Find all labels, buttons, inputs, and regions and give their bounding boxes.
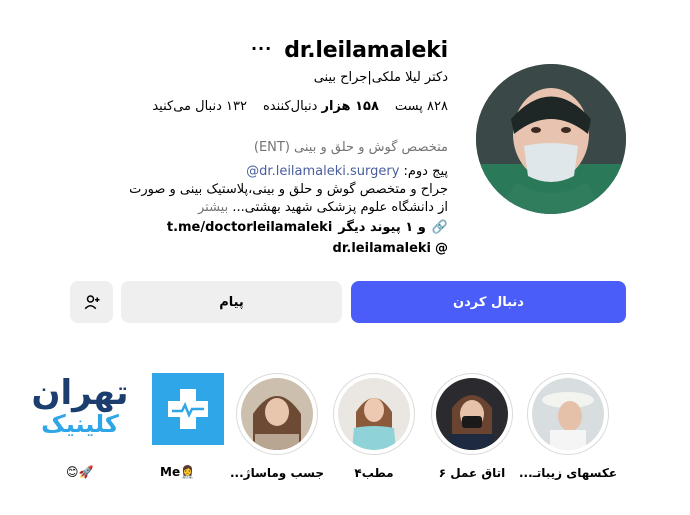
logo-line-1: تهران (31, 373, 129, 413)
second-page-tag: پیج دوم: @dr.leilamaleki.surgery (246, 164, 448, 179)
link-icon: 🔗 (431, 220, 448, 235)
highlight-label-emoji[interactable]: 😊🚀 (66, 465, 93, 479)
avatar-photo (476, 64, 626, 214)
followers-label: دنبال‌کننده (262, 99, 318, 114)
following-count[interactable]: ۱۳۲ دنبال می‌کنید (152, 99, 247, 114)
posts-count[interactable]: ۸۲۸ پست (395, 99, 448, 114)
bio-more-link[interactable]: بیشتر (198, 200, 228, 215)
second-page-link[interactable]: @dr.leilamaleki.surgery (246, 164, 399, 179)
threads-handle: dr.leilamaleki (332, 241, 431, 256)
second-page-prefix: پیج دوم: (403, 164, 448, 179)
threads-badge[interactable]: @ dr.leilamaleki (333, 241, 448, 256)
add-person-icon (84, 295, 99, 310)
profile-links[interactable]: 🔗 و ۱ پیوند دیگر t.me/doctorleilamaleki (167, 220, 448, 235)
follow-button[interactable]: دنبال کردن (351, 281, 626, 323)
suggest-accounts-button[interactable] (70, 281, 113, 323)
highlight-ring (431, 373, 513, 455)
clinic-logo-text: تهران کلینیک (16, 376, 144, 438)
bio-line-1: جراح و متخصص گوش و حلق و بینی،پلاستیک بی… (129, 182, 448, 197)
message-button[interactable]: پیام (121, 281, 342, 323)
highlight-ring (527, 373, 609, 455)
highlight-label: جسب وماساژ... (229, 466, 325, 480)
highlight-label-me[interactable]: Me👩‍⚕️ (160, 465, 195, 479)
link-text: t.me/doctorleilamaleki (166, 220, 333, 235)
highlight-cover (436, 378, 508, 450)
followers-number: ۱۵۸ هزار (321, 99, 379, 114)
highlight-item[interactable]: جسب وماساژ... (230, 373, 324, 480)
followers-count[interactable]: ۱۵۸ هزار دنبال‌کننده (263, 99, 379, 114)
logo-line-2: کلینیک (41, 410, 119, 438)
profile-category: متخصص گوش و حلق و بینی (ENT) (253, 140, 448, 155)
more-horizontal-icon[interactable]: ··· (251, 39, 272, 58)
highlight-cover (338, 378, 410, 450)
highlight-item[interactable]: عکسهای زیباتـ... (519, 373, 617, 480)
username: dr.leilamaleki (284, 38, 448, 63)
full-name: دکتر لیلا ملکی|جراح بینی (313, 70, 448, 85)
medical-cross-icon (168, 389, 208, 429)
threads-icon: @ (435, 241, 448, 256)
bio-line-2: از دانشگاه علوم پزشکی شهید بهشتی... (232, 200, 448, 215)
highlight-cover (532, 378, 604, 450)
profile-avatar[interactable] (476, 64, 626, 214)
profile-bio: جراح و متخصص گوش و حلق و بینی،پلاستیک بی… (68, 181, 448, 217)
profile-stats: ۸۲۸ پست ۱۵۸ هزار دنبال‌کننده ۱۳۲ دنبال م… (152, 99, 448, 114)
highlight-cover (241, 378, 313, 450)
highlight-ring (236, 373, 318, 455)
highlight-item[interactable]: اتاق عمل ۶ (431, 373, 513, 480)
link-more: و ۱ پیوند دیگر (338, 220, 426, 235)
highlight-ring (333, 373, 415, 455)
username-row: ··· dr.leilamaleki (251, 38, 448, 63)
clinic-logo-icon[interactable] (152, 373, 224, 445)
highlight-item[interactable]: مطب۴ (333, 373, 415, 480)
